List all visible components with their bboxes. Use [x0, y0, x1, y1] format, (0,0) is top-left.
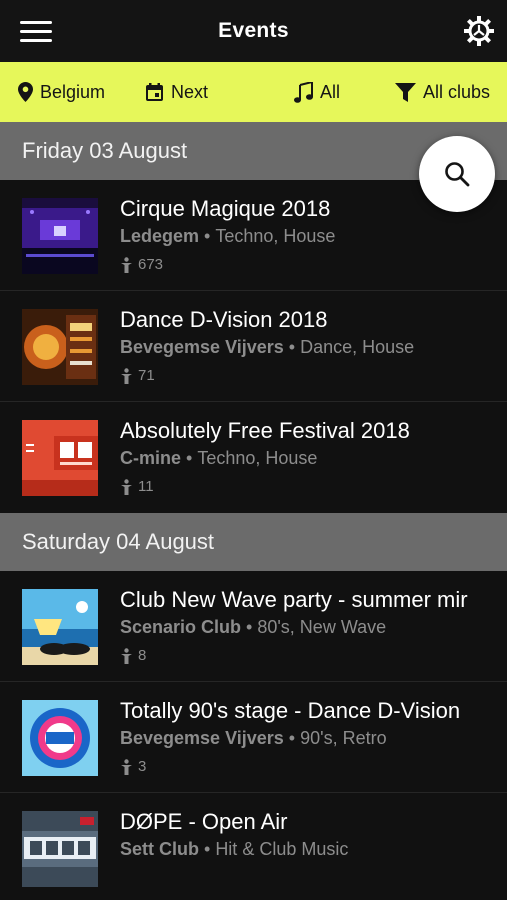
event-row[interactable]: DØPE - Open Air Sett Club • Hit & Club Mus…	[0, 793, 507, 900]
attendee-count: 11	[120, 478, 154, 495]
event-genres: 90's, Retro	[300, 728, 387, 748]
event-genres: Hit & Club Music	[215, 839, 349, 859]
event-club: Scenario Club	[120, 617, 242, 637]
funnel-filter-icon	[395, 82, 416, 102]
event-meta: Bevegemse Vijvers • Dance, House	[120, 337, 414, 358]
event-genres: 80's, New Wave	[257, 617, 387, 637]
country-filter[interactable]: Belgium	[18, 62, 105, 122]
event-genres: Techno, House	[215, 226, 336, 246]
genre-filter[interactable]: All	[294, 62, 340, 122]
event-title: Dance D-Vision 2018	[120, 307, 328, 332]
event-thumbnail	[22, 420, 98, 496]
person-icon	[121, 758, 132, 775]
attendee-count-value: 71	[138, 367, 155, 384]
event-club: Bevegemse Vijvers	[120, 728, 284, 748]
event-row[interactable]: Totally 90's stage - Dance D-Vision Beve…	[0, 682, 507, 793]
event-club: Ledegem	[120, 226, 200, 246]
separator: •	[204, 226, 211, 246]
genre-filter-label: All	[320, 81, 341, 102]
attendee-count-value: 673	[138, 256, 164, 273]
time-filter[interactable]: Next	[145, 62, 208, 122]
event-thumbnail	[22, 309, 98, 385]
attendee-count: 71	[120, 367, 155, 384]
person-icon	[121, 478, 132, 495]
event-genres: Dance, House	[300, 337, 415, 357]
filter-bar: Belgium Next All All clubs	[0, 62, 507, 122]
event-row[interactable]: Club New Wave party - summer mir Scenari…	[0, 571, 507, 682]
event-club: C-mine	[120, 448, 182, 468]
separator: •	[186, 448, 193, 468]
event-title: Club New Wave party - summer mir	[120, 587, 468, 612]
event-title: Cirque Magique 2018	[120, 196, 331, 221]
event-list: Friday 03 August Cirque Magique 2018 Led…	[0, 122, 507, 900]
event-meta: C-mine • Techno, House	[120, 448, 317, 469]
calendar-icon	[146, 82, 163, 101]
event-title: DØPE - Open Air	[120, 809, 288, 834]
event-thumbnail	[22, 589, 98, 665]
attendee-count-value: 11	[138, 478, 154, 495]
event-thumbnail	[22, 198, 98, 274]
separator: •	[246, 617, 253, 637]
top-bar: Events	[0, 0, 507, 62]
hamburger-menu-icon[interactable]	[20, 21, 52, 43]
person-icon	[121, 647, 132, 664]
event-title: Absolutely Free Festival 2018	[120, 418, 410, 443]
country-filter-label: Belgium	[40, 81, 106, 102]
attendee-count: 3	[120, 758, 146, 775]
search-icon	[445, 162, 470, 187]
event-row[interactable]: Absolutely Free Festival 2018 C-mine • Tec…	[0, 402, 507, 513]
event-meta: Bevegemse Vijvers • 90's, Retro	[120, 728, 387, 749]
event-thumbnail	[22, 811, 98, 887]
person-icon	[121, 256, 132, 273]
separator: •	[288, 337, 296, 357]
event-meta: Sett Club • Hit & Club Music	[120, 839, 348, 860]
clubs-filter-label: All clubs	[423, 81, 491, 102]
event-genres: Techno, House	[197, 448, 318, 468]
event-meta: Ledegem • Techno, House	[120, 226, 335, 247]
person-icon	[121, 367, 132, 384]
event-club: Bevegemse Vijvers	[120, 337, 284, 357]
day-header: Saturday 04 August	[0, 513, 507, 571]
event-thumbnail	[22, 700, 98, 776]
attendee-count: 673	[120, 256, 163, 273]
search-button[interactable]	[419, 136, 495, 212]
clubs-filter[interactable]: All clubs	[395, 62, 490, 122]
event-meta: Scenario Club • 80's, New Wave	[120, 617, 386, 638]
location-pin-icon	[18, 82, 33, 102]
event-row[interactable]: Dance D-Vision 2018 Bevegemse Vijvers • Da…	[0, 291, 507, 402]
attendee-count-value: 8	[138, 647, 147, 664]
separator: •	[288, 728, 296, 748]
gear-icon[interactable]	[463, 15, 495, 47]
page-title: Events	[218, 19, 289, 42]
attendee-count-value: 3	[138, 758, 147, 775]
event-title: Totally 90's stage - Dance D-Vision	[120, 698, 461, 723]
time-filter-label: Next	[171, 81, 209, 102]
attendee-count: 8	[120, 647, 146, 664]
separator: •	[204, 839, 211, 859]
event-club: Sett Club	[120, 839, 199, 859]
music-note-icon	[294, 81, 313, 103]
